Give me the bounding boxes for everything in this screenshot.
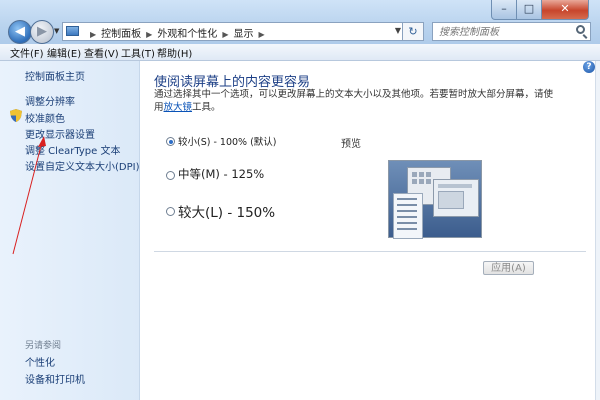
- sidebar-item-change-display-settings[interactable]: 更改显示器设置: [25, 126, 95, 141]
- sidebar-item-devices-printers[interactable]: 设备和打印机: [25, 371, 85, 386]
- breadcrumb: ▶ 控制面板 ▶ 外观和个性化 ▶ 显示 ▶: [85, 25, 270, 40]
- preview-window-front: [433, 179, 479, 217]
- breadcrumb-control-panel[interactable]: 控制面板: [101, 29, 141, 40]
- address-bar[interactable]: ▶ 控制面板 ▶ 外观和个性化 ▶ 显示 ▶ ▼ ↻: [62, 22, 424, 41]
- see-also-heading: 另请参阅: [25, 341, 62, 351]
- back-button[interactable]: ◀: [8, 20, 32, 44]
- search-icon[interactable]: [576, 25, 585, 34]
- menu-view[interactable]: 查看(V): [84, 45, 119, 60]
- control-panel-icon: [66, 26, 79, 36]
- address-dropdown-icon[interactable]: ▼: [395, 26, 401, 35]
- maximize-button[interactable]: □: [516, 0, 542, 20]
- sidebar-item-personalization[interactable]: 个性化: [25, 354, 55, 369]
- radio-medium[interactable]: [166, 171, 175, 180]
- page-description: 通过选择其中一个选项，可以更改屏幕上的文本大小以及其他项。若要暂时放大部分屏幕，…: [154, 89, 554, 113]
- title-bar: – □ ✕ ◀ ▶ ▼ ▶ 控制面板 ▶ 外观和个性化 ▶ 显示 ▶ ▼ ↻: [0, 0, 600, 44]
- menu-edit[interactable]: 编辑(E): [47, 45, 81, 60]
- menu-file[interactable]: 文件(F): [10, 45, 44, 60]
- option-medium-label[interactable]: 中等(M) - 125%: [178, 166, 264, 182]
- sidebar-item-adjust-cleartype[interactable]: 调整 ClearType 文本: [25, 142, 120, 157]
- sidebar-item-control-panel-home[interactable]: 控制面板主页: [25, 68, 85, 83]
- menu-tools[interactable]: 工具(T): [121, 45, 155, 60]
- recent-pages-dropdown-icon[interactable]: ▼: [54, 27, 59, 35]
- preview-label: 预览: [341, 139, 361, 150]
- menu-help[interactable]: 帮助(H): [157, 45, 192, 60]
- minimize-button[interactable]: –: [491, 0, 517, 20]
- chevron-right-icon[interactable]: ▶: [146, 30, 152, 39]
- option-larger-label[interactable]: 较大(L) - 150%: [178, 201, 275, 221]
- close-button[interactable]: ✕: [541, 0, 589, 20]
- option-smaller-label[interactable]: 较小(S) - 100% (默认): [178, 134, 277, 148]
- section-divider: [154, 251, 586, 252]
- sidebar-item-custom-text-size[interactable]: 设置自定义文本大小(DPI): [25, 158, 139, 173]
- breadcrumb-appearance[interactable]: 外观和个性化: [157, 29, 217, 40]
- menu-bar: 文件(F) 编辑(E) 查看(V) 工具(T) 帮助(H): [0, 44, 600, 61]
- sidebar-item-calibrate-color[interactable]: 校准颜色: [25, 110, 65, 125]
- shield-icon: [10, 109, 22, 122]
- chevron-right-icon[interactable]: ▶: [258, 30, 264, 39]
- magnifier-link[interactable]: 放大镜: [164, 102, 193, 113]
- radio-larger[interactable]: [166, 207, 175, 216]
- arrow-left-icon: ◀: [15, 24, 25, 39]
- preview-image: [388, 160, 482, 239]
- sidebar-item-adjust-resolution[interactable]: 调整分辨率: [25, 93, 75, 108]
- help-icon[interactable]: ?: [583, 61, 595, 73]
- forward-button[interactable]: ▶: [30, 20, 54, 44]
- search-box[interactable]: [432, 22, 591, 41]
- refresh-button[interactable]: ↻: [402, 23, 423, 40]
- chevron-right-icon: ▶: [90, 30, 97, 39]
- radio-smaller[interactable]: [166, 137, 175, 146]
- apply-button[interactable]: 应用(A): [483, 261, 534, 275]
- window-right-edge: [595, 61, 600, 400]
- breadcrumb-display[interactable]: 显示: [233, 29, 253, 40]
- arrow-right-icon: ▶: [37, 24, 47, 39]
- search-input[interactable]: [437, 24, 569, 41]
- preview-start-menu: [393, 193, 423, 239]
- chevron-right-icon[interactable]: ▶: [222, 30, 228, 39]
